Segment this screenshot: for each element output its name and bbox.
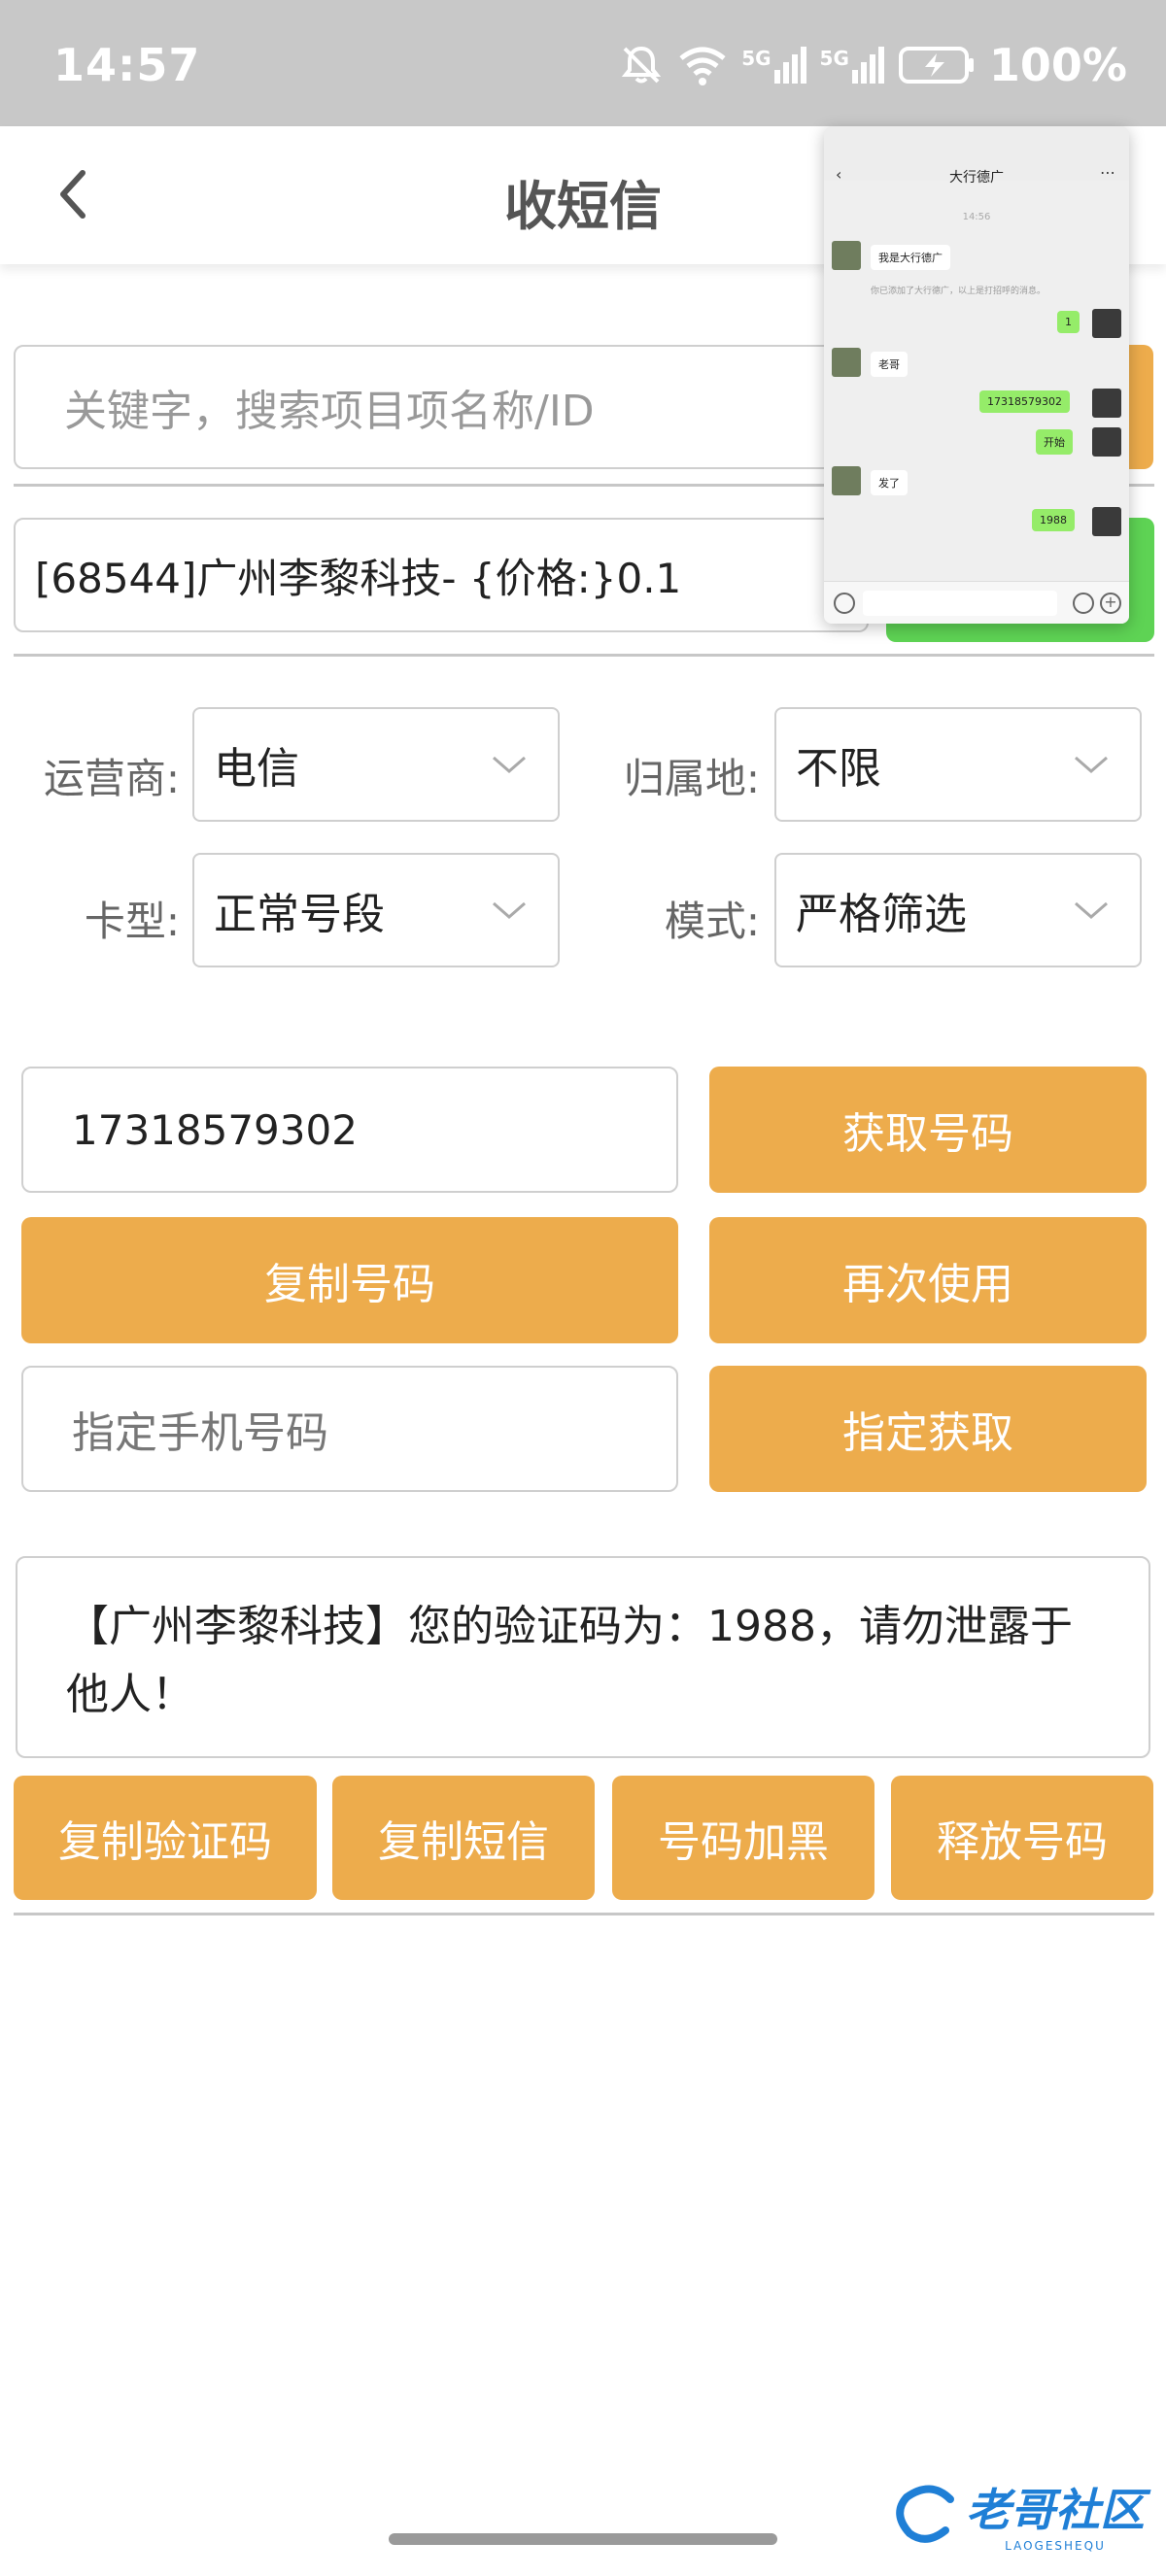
reuse-button[interactable]: 再次使用 xyxy=(709,1217,1147,1343)
voice-icon xyxy=(834,593,855,614)
more-icon: ⋯ xyxy=(1100,163,1115,182)
region-label: 归属地: xyxy=(623,755,760,802)
signal-5g-icon-2: 5G xyxy=(820,47,884,84)
avatar xyxy=(832,348,861,377)
network-label-2: 5G xyxy=(819,47,849,70)
copy-code-button[interactable]: 复制验证码 xyxy=(14,1776,317,1900)
mode-label: 模式: xyxy=(664,898,760,945)
assign-get-label: 指定获取 xyxy=(842,1408,1013,1458)
card-type-label: 卡型: xyxy=(84,898,180,945)
carrier-label: 运营商: xyxy=(43,755,180,802)
chat-time: 14:56 xyxy=(962,212,991,222)
divider xyxy=(14,1913,1154,1915)
project-value: [68544]广州李黎科技- {价格:}0.1 xyxy=(35,554,682,602)
divider xyxy=(14,654,1154,657)
avatar xyxy=(832,241,861,270)
mode-select[interactable]: 严格筛选 xyxy=(774,853,1142,967)
chat-bubble: 开始 xyxy=(1036,429,1073,455)
home-indicator[interactable] xyxy=(389,2533,777,2545)
avatar xyxy=(1092,309,1121,338)
chat-title: 大行德广 xyxy=(949,170,1004,186)
avatar xyxy=(1092,389,1121,418)
chat-bubble: 1988 xyxy=(1032,509,1075,531)
chat-bubble: 发了 xyxy=(871,470,908,495)
chat-preview-overlay[interactable]: ‹ 大行德广 ⋯ 14:56 我是大行德广 你已添加了大行德广，以上是打招呼的消… xyxy=(824,126,1129,624)
keyword-placeholder: 关键字，搜索项目项名称/ID xyxy=(64,387,595,436)
card-type-value: 正常号段 xyxy=(214,890,385,939)
copy-code-label: 复制验证码 xyxy=(58,1817,272,1867)
phone-number-field[interactable]: 17318579302 xyxy=(21,1067,678,1193)
copy-number-button[interactable]: 复制号码 xyxy=(21,1217,678,1343)
assign-phone-input[interactable]: 指定手机号码 xyxy=(21,1366,678,1492)
chat-input xyxy=(863,591,1057,616)
chevron-down-icon xyxy=(493,756,526,773)
chat-bubble: 17318579302 xyxy=(979,390,1070,413)
region-select[interactable]: 不限 xyxy=(774,707,1142,822)
assign-get-button[interactable]: 指定获取 xyxy=(709,1366,1147,1492)
release-label: 释放号码 xyxy=(937,1817,1108,1867)
phone-number-value: 17318579302 xyxy=(72,1105,358,1154)
blacklist-label: 号码加黑 xyxy=(658,1817,829,1867)
carrier-value: 电信 xyxy=(214,744,299,794)
release-number-button[interactable]: 释放号码 xyxy=(891,1776,1153,1900)
plus-icon: + xyxy=(1100,593,1121,614)
avatar xyxy=(832,466,861,495)
avatar xyxy=(1092,507,1121,536)
get-number-button[interactable]: 获取号码 xyxy=(709,1067,1147,1193)
chevron-down-icon xyxy=(493,901,526,919)
assign-placeholder: 指定手机号码 xyxy=(72,1408,328,1458)
card-type-select[interactable]: 正常号段 xyxy=(192,853,560,967)
watermark-text: 老哥社区 xyxy=(966,2484,1145,2536)
wifi-icon xyxy=(679,47,726,85)
status-icons: 5G 5G 100% xyxy=(619,39,1127,91)
watermark-logo: 老哥社区 LAOGESHEQU xyxy=(892,2475,1145,2553)
chevron-down-icon xyxy=(1075,756,1108,773)
mute-bell-icon xyxy=(622,46,662,84)
sms-content-box[interactable]: 【广州李黎科技】您的验证码为：1988，请勿泄露于他人！ xyxy=(16,1556,1150,1758)
blacklist-button[interactable]: 号码加黑 xyxy=(612,1776,874,1900)
chevron-down-icon xyxy=(1075,901,1108,919)
chat-bubble: 1 xyxy=(1057,311,1080,333)
emoji-icon xyxy=(1073,593,1094,614)
signal-5g-icon: 5G xyxy=(741,47,806,84)
mode-value: 严格筛选 xyxy=(796,890,967,939)
chat-bubble: 我是大行德广 xyxy=(871,245,950,270)
copy-number-label: 复制号码 xyxy=(264,1260,435,1309)
project-select[interactable]: [68544]广州李黎科技- {价格:}0.1 xyxy=(14,518,869,632)
get-number-label: 获取号码 xyxy=(842,1109,1013,1159)
watermark-sub: LAOGESHEQU xyxy=(1005,2539,1106,2553)
avatar xyxy=(1092,427,1121,457)
network-label: 5G xyxy=(741,47,772,70)
chat-bubble: 老哥 xyxy=(871,352,908,377)
battery-charging-icon xyxy=(898,47,974,84)
copy-sms-button[interactable]: 复制短信 xyxy=(332,1776,595,1900)
copy-sms-label: 复制短信 xyxy=(378,1817,549,1867)
battery-level: 100% xyxy=(988,39,1127,91)
dragon-icon xyxy=(896,2485,954,2543)
region-value: 不限 xyxy=(796,744,881,794)
chat-note: 你已添加了大行德广，以上是打招呼的消息。 xyxy=(871,287,1046,296)
reuse-label: 再次使用 xyxy=(842,1260,1013,1309)
status-time: 14:57 xyxy=(53,39,201,91)
sms-content: 【广州李黎科技】您的验证码为：1988，请勿泄露于他人！ xyxy=(66,1602,1073,1719)
status-bar: 14:57 5G 5G 100% xyxy=(0,0,1166,126)
carrier-select[interactable]: 电信 xyxy=(192,707,560,822)
